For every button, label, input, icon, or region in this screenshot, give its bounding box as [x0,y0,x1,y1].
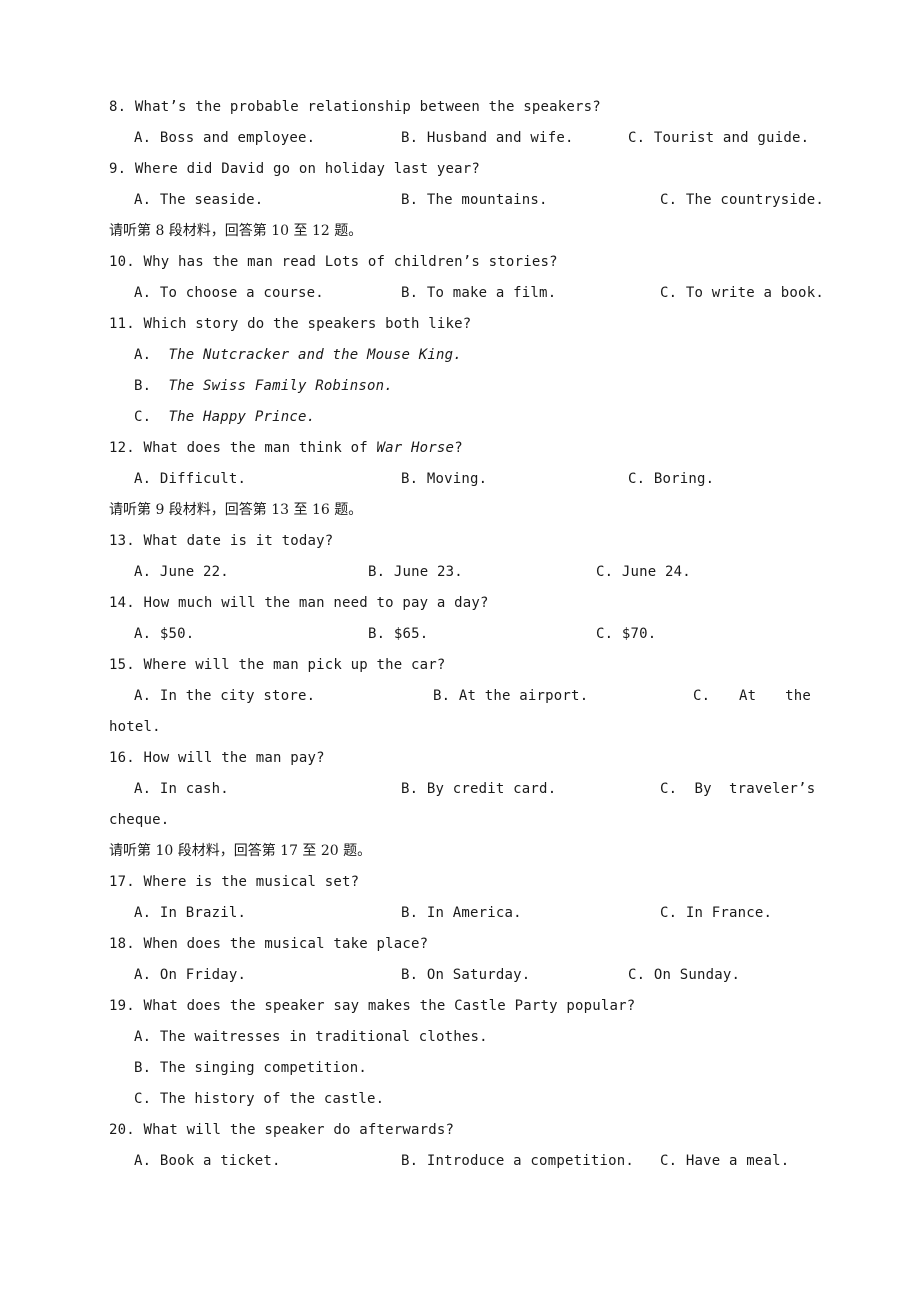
option-letter: C. [134,409,152,425]
option-b: B. Husband and wife. [401,130,574,146]
question-text: How much will the man need to pay a day? [143,595,489,611]
question-12: 12. What does the man think of War Horse… [109,439,463,457]
option-c-continued: hotel. [109,719,161,735]
option-b: B. Introduce a competition. [401,1153,634,1169]
question-8: 8. What’s the probable relationship betw… [109,98,601,116]
question-number: 8. [109,99,127,115]
question-text: Which story do the speakers both like? [143,316,472,332]
question-text: Where is the musical set? [143,874,360,890]
option-a: A. In cash. [134,781,229,797]
question-number: 19. [109,998,135,1014]
question-9: 9. Where did David go on holiday last ye… [109,160,480,178]
question-text: What does the speaker say makes the Cast… [143,998,636,1014]
book-title: War Horse [376,440,455,456]
question-text: What does the man think of [143,440,377,456]
option-a: A. Book a ticket. [134,1153,281,1169]
question-number: 17. [109,874,135,890]
option-a: A. In the city store. [134,688,316,704]
option-a: A. June 22. [134,564,229,580]
section-instruction-8: 请听第 8 段材料，回答第 10 至 12 题。 [109,223,363,239]
option-b: B. The singing competition. [134,1060,367,1076]
option-c: C. The Happy Prince. [134,408,315,426]
option-c: C. At the [693,688,811,704]
question-16: 16. How will the man pay? [109,749,325,767]
option-a: A. Boss and employee. [134,130,316,146]
question-number: 13. [109,533,135,549]
option-b: B. On Saturday. [401,967,531,983]
question-mark: ? [454,440,463,456]
option-c: C. $70. [596,626,657,642]
question-text: Why has the man read Lots of children’s … [143,254,558,270]
option-c: C. By traveler’s [660,781,816,797]
option-c: C. The history of the castle. [134,1091,385,1107]
option-c: C. Have a meal. [660,1153,790,1169]
story-title: The Happy Prince. [168,409,316,425]
question-20: 20. What will the speaker do afterwards? [109,1121,454,1139]
option-b: B. The mountains. [401,192,548,208]
option-b: B. At the airport. [433,688,589,704]
question-10: 10. Why has the man read Lots of childre… [109,253,558,271]
option-b: B. By credit card. [401,781,557,797]
option-c: C. June 24. [596,564,691,580]
question-13: 13. What date is it today? [109,532,333,550]
question-number: 10. [109,254,135,270]
option-c: C. On Sunday. [628,967,741,983]
story-title: The Swiss Family Robinson. [168,378,393,394]
option-a: A. $50. [134,626,195,642]
question-18: 18. When does the musical take place? [109,935,428,953]
section-instruction-10: 请听第 10 段材料，回答第 17 至 20 题。 [109,843,372,859]
question-text: How will the man pay? [143,750,325,766]
question-text: Where will the man pick up the car? [143,657,446,673]
option-b: B. The Swiss Family Robinson. [134,377,393,395]
story-title: The Nutcracker and the Mouse King. [168,347,462,363]
question-17: 17. Where is the musical set? [109,873,359,891]
option-a: A. On Friday. [134,967,247,983]
question-number: 12. [109,440,135,456]
section-instruction-9: 请听第 9 段材料，回答第 13 至 16 题。 [109,502,363,518]
question-text: Where did David go on holiday last year? [134,161,481,177]
question-19: 19. What does the speaker say makes the … [109,997,635,1015]
option-b: B. In America. [401,905,522,921]
question-11: 11. Which story do the speakers both lik… [109,315,471,333]
option-letter: A. [134,347,152,363]
question-14: 14. How much will the man need to pay a … [109,594,489,612]
option-c: C. In France. [660,905,773,921]
question-number: 11. [109,316,135,332]
option-a: A. Difficult. [134,471,247,487]
option-c: C. To write a book. [660,285,824,301]
question-text: When does the musical take place? [143,936,429,952]
option-c: C. Tourist and guide. [628,130,810,146]
question-text: What date is it today? [143,533,334,549]
option-b: B. Moving. [401,471,488,487]
question-number: 9. [109,161,127,177]
option-a: A. The waitresses in traditional clothes… [134,1029,488,1045]
option-a: A. The Nutcracker and the Mouse King. [134,346,462,364]
option-c: C. The countryside. [660,192,824,208]
question-text: What’s the probable relationship between… [134,99,601,115]
question-text: What will the speaker do afterwards? [143,1122,455,1138]
option-b: B. June 23. [368,564,463,580]
option-a: A. The seaside. [134,192,264,208]
question-15: 15. Where will the man pick up the car? [109,656,446,674]
option-a: A. In Brazil. [134,905,247,921]
question-number: 16. [109,750,135,766]
question-number: 15. [109,657,135,673]
option-b: B. To make a film. [401,285,557,301]
question-number: 20. [109,1122,135,1138]
question-number: 18. [109,936,135,952]
option-c: C. Boring. [628,471,715,487]
option-c-continued: cheque. [109,812,170,828]
question-number: 14. [109,595,135,611]
option-a: A. To choose a course. [134,285,324,301]
option-b: B. $65. [368,626,429,642]
option-letter: B. [134,378,152,394]
